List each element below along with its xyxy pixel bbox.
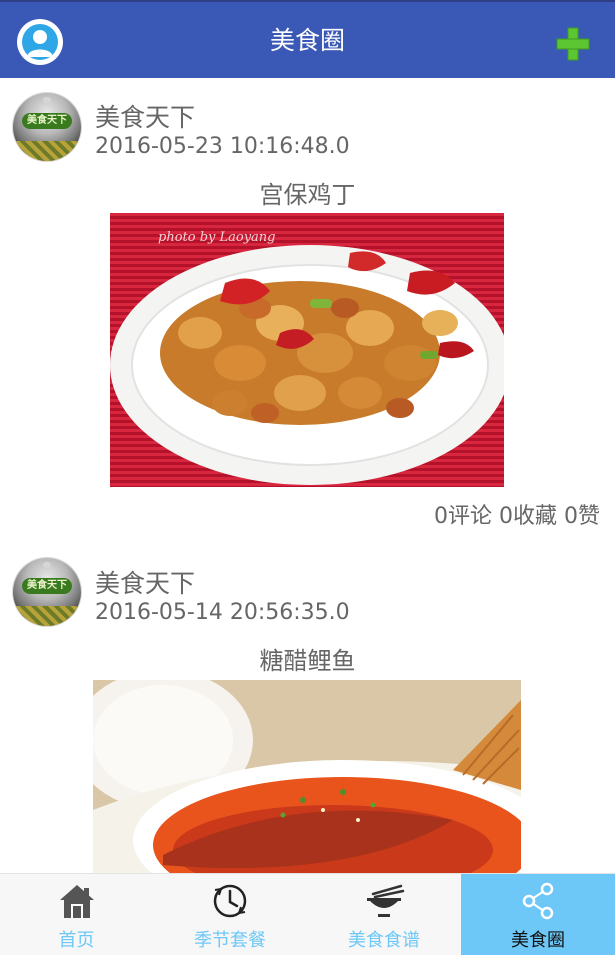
clock-icon [213,884,247,918]
post-title: 宫保鸡丁 [259,181,356,209]
cloche-handle [43,97,51,103]
avatar-cloth [13,141,81,161]
home-icon [59,885,94,918]
post-title: 糖醋鲤鱼 [259,647,356,675]
tab-label: 美食食谱 [348,930,420,951]
share-icon [522,882,554,920]
post-author[interactable]: 美食天下 [95,564,195,600]
page-title: 美食圈 [269,26,345,55]
bowl-icon [367,884,405,917]
post-date: 2016-05-23 10:16:48.0 [95,134,350,159]
tab-label: 美食圈 [511,930,565,951]
post-photo[interactable]: photo by Laoyang [110,213,504,487]
tab-label: 季节套餐 [194,930,266,951]
avatar-cloth [13,606,81,626]
feed-list[interactable]: 美食天下 美食天下 2016-05-23 10:16:48.0 宫保鸡丁 pho… [0,78,615,873]
add-post-button[interactable] [555,26,591,62]
tab-label: 首页 [58,930,95,951]
cloche-handle [43,562,51,568]
tab-seasonal-meals[interactable]: 季节套餐 [153,874,307,955]
app-screen: 美食圈 美食天下 美食天下 2016-05-23 10:16:48.0 宫保鸡丁 [0,0,615,955]
bottom-tab-bar: 首页 季节套餐 美食食谱 美食圈 [0,873,615,955]
top-app-bar: 美食圈 [0,0,615,78]
plus-icon [556,27,590,61]
post-stats[interactable]: 0评论 0收藏 0赞 [434,498,600,530]
feed-post[interactable]: 美食天下 美食天下 2016-05-14 20:56:35.0 糖醋鲤鱼 [0,548,615,873]
author-avatar[interactable]: 美食天下 [13,93,81,161]
post-date: 2016-05-14 20:56:35.0 [95,600,350,625]
feed-post[interactable]: 美食天下 美食天下 2016-05-23 10:16:48.0 宫保鸡丁 pho… [0,78,615,548]
photo-watermark: photo by Laoyang [158,230,276,245]
avatar-logo-text: 美食天下 [22,578,72,594]
tab-recipes[interactable]: 美食食谱 [307,874,461,955]
tab-food-circle[interactable]: 美食圈 [461,874,615,955]
author-avatar[interactable]: 美食天下 [13,558,81,626]
tab-home[interactable]: 首页 [0,874,153,955]
post-author[interactable]: 美食天下 [95,98,195,134]
post-photo[interactable] [93,680,521,873]
avatar-logo-text: 美食天下 [22,113,72,129]
